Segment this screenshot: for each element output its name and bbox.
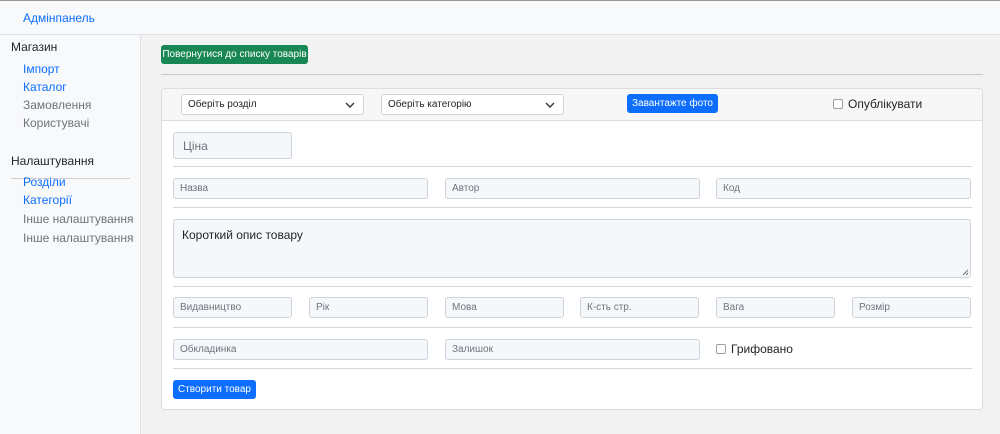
author-placeholder: Автор [452, 183, 480, 194]
product-form-card: Оберіть розділ Оберіть категорію Заванта… [161, 88, 983, 410]
form-divider [173, 327, 972, 328]
create-product-button[interactable]: Створити товар [173, 380, 256, 399]
year-placeholder: Рік [316, 302, 330, 313]
sidebar-heading-settings: Налаштування [11, 154, 94, 168]
form-divider [173, 368, 972, 369]
code-placeholder: Код [723, 183, 741, 194]
main-divider [161, 74, 983, 75]
sidebar-item-users[interactable]: Користувачі [23, 116, 89, 130]
back-to-products-button[interactable]: Повернутися до списку товарів [161, 45, 308, 64]
section-select[interactable]: Оберіть розділ [181, 94, 364, 115]
publisher-input[interactable]: Видавництво [173, 297, 292, 318]
weight-placeholder: Вага [723, 302, 745, 313]
brand-link[interactable]: Адмінпанель [23, 11, 95, 25]
form-divider [173, 166, 972, 167]
section-select-value: Оберіть розділ [188, 99, 257, 110]
size-placeholder: Розмір [859, 302, 890, 313]
sidebar-item-import[interactable]: Імпорт [23, 62, 60, 76]
resize-grip-icon[interactable] [961, 268, 969, 276]
pages-input[interactable]: К-сть стр. [580, 297, 699, 318]
sidebar-item-categories[interactable]: Категорії [23, 193, 72, 207]
publish-checkbox-group: Опублікувати [833, 97, 922, 111]
weight-input[interactable]: Вага [716, 297, 835, 318]
pages-placeholder: К-сть стр. [587, 302, 632, 313]
name-placeholder: Назва [180, 183, 209, 194]
sidebar-heading-shop: Магазин [11, 40, 58, 54]
form-card-header: Оберіть розділ Оберіть категорію Заванта… [162, 89, 982, 121]
language-placeholder: Мова [452, 302, 477, 313]
publisher-placeholder: Видавництво [180, 302, 242, 313]
stamped-label: Грифовано [731, 342, 793, 356]
form-divider [173, 286, 972, 287]
chevron-down-icon [545, 102, 555, 109]
top-navbar: Адмінпанель [0, 0, 1000, 35]
year-input[interactable]: Рік [309, 297, 428, 318]
size-input[interactable]: Розмір [852, 297, 971, 318]
stamped-checkbox[interactable] [716, 344, 726, 354]
price-placeholder: Ціна [183, 138, 208, 153]
sidebar-item-other-settings-2[interactable]: Інше налаштування [23, 231, 134, 245]
price-input[interactable]: Ціна [173, 132, 292, 159]
category-select[interactable]: Оберіть категорію [381, 94, 564, 115]
chevron-down-icon [345, 102, 355, 109]
main-content: Повернутися до списку товарів Оберіть ро… [141, 35, 1000, 434]
category-select-value: Оберіть категорію [388, 99, 472, 110]
form-divider [173, 207, 972, 208]
stock-placeholder: Залишок [452, 344, 493, 355]
publish-label: Опублікувати [848, 97, 923, 111]
sidebar-item-orders[interactable]: Замовлення [23, 98, 91, 112]
code-input[interactable]: Код [716, 178, 971, 199]
sidebar-item-catalog[interactable]: Каталог [23, 80, 67, 94]
sidebar-item-sections[interactable]: Розділи [23, 175, 66, 189]
cover-input[interactable]: Обкладинка [173, 339, 428, 360]
upload-photo-button[interactable]: Завантажте фото [627, 94, 718, 113]
stock-input[interactable]: Залишок [445, 339, 700, 360]
sidebar-item-other-settings-1[interactable]: Інше налаштування [23, 212, 134, 226]
short-description-text: Короткий опис товару [182, 228, 303, 242]
sidebar: Магазин Імпорт Каталог Замовлення Корист… [0, 35, 141, 434]
author-input[interactable]: Автор [445, 178, 700, 199]
publish-checkbox[interactable] [833, 99, 843, 109]
language-input[interactable]: Мова [445, 297, 564, 318]
cover-placeholder: Обкладинка [180, 344, 237, 355]
stamped-checkbox-group: Грифовано [716, 342, 793, 356]
short-description-textarea[interactable]: Короткий опис товару [173, 219, 971, 278]
name-input[interactable]: Назва [173, 178, 428, 199]
